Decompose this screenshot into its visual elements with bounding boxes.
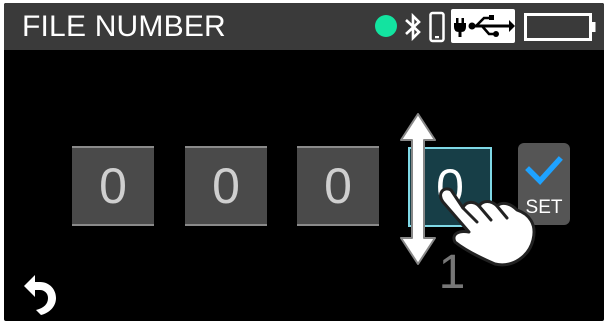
- battery-icon: [524, 13, 596, 41]
- device-screen: FILE NUMBER 0 0 0 0 1 SET: [4, 3, 604, 321]
- swipe-hand-icon: [439, 187, 536, 267]
- digit-3[interactable]: 0: [297, 146, 379, 226]
- page-title: FILE NUMBER: [22, 10, 226, 43]
- digit-2[interactable]: 0: [185, 146, 267, 226]
- header-bar: FILE NUMBER: [4, 3, 604, 50]
- phone-icon: [429, 11, 445, 43]
- bluetooth-icon: [405, 12, 421, 42]
- back-arrow-icon[interactable]: [22, 275, 58, 317]
- usb-power-icon: [454, 15, 515, 37]
- digit-1[interactable]: 0: [72, 146, 154, 226]
- usb-power-indicator: [451, 9, 515, 43]
- status-dot: [375, 15, 397, 37]
